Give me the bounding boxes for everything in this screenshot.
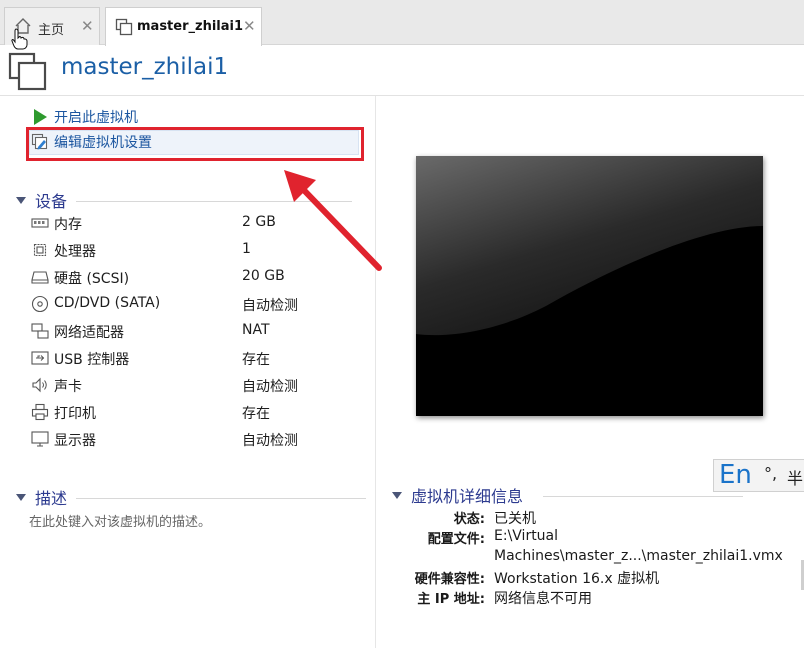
config-file-label: 配置文件: [427,532,485,547]
primary-ip-label: 主 IP 地址: [417,592,485,607]
ime-mode-text: En [719,460,752,490]
device-row-sound[interactable]: 声卡 自动检测 [31,374,351,396]
network-icon [31,323,49,339]
device-name: 内存 [54,217,82,233]
collapse-triangle-icon [392,491,402,499]
annotation-arrow [284,170,382,271]
play-icon [34,109,47,125]
device-value: 存在 [242,406,270,422]
device-name: CD/DVD (SATA) [54,295,161,311]
config-file-value-line1: E:\Virtual [494,528,559,544]
device-value: 存在 [242,352,270,368]
details-section-toggle[interactable]: 虚拟机详细信息 [392,483,524,506]
description-placeholder[interactable]: 在此处键入对该虚拟机的描述。 [29,511,211,530]
devices-heading: 设备 [35,192,68,211]
device-value: 1 [242,241,251,257]
cpu-icon [33,243,47,257]
collapse-triangle-icon [16,493,26,501]
tab-home-label: 主页 [38,23,65,38]
ime-width-text: 半 [787,469,804,488]
device-value: 自动检测 [242,379,298,395]
device-row-printer[interactable]: 打印机 存在 [31,401,351,423]
state-label: 状态: [453,512,485,527]
power-on-button[interactable]: 开启此虚拟机 [31,107,138,129]
printer-icon [31,403,49,421]
device-value: 2 GB [242,214,276,230]
primary-ip-value: 网络信息不可用 [494,591,592,607]
device-value: 自动检测 [242,298,298,314]
state-value: 已关机 [494,511,536,527]
power-on-label: 开启此虚拟机 [54,110,138,126]
device-name: 硬盘 (SCSI) [54,271,130,287]
config-file-value-line2: Machines\master_z...\master_zhilai1.vmx [494,548,783,564]
tab-strip: 主页 ✕ master_zhilai1 ✕ [0,0,804,50]
description-divider [76,498,366,499]
harddisk-icon [31,271,49,284]
usb-icon [31,351,49,365]
device-row-network[interactable]: 网络适配器 NAT [31,320,351,342]
details-divider [543,496,743,497]
device-name: 声卡 [54,379,82,395]
tab-home-close-icon[interactable]: ✕ [81,17,94,35]
vm-title: master_zhilai1 [61,54,229,80]
device-name: 处理器 [54,244,96,260]
ime-indicator[interactable]: En °, 半 [713,459,804,492]
device-value: NAT [242,322,270,338]
devices-section-toggle[interactable]: 设备 [16,188,68,211]
highlight-box [26,127,364,161]
device-row-display[interactable]: 显示器 自动检测 [31,428,351,450]
speaker-icon [32,377,47,393]
details-heading: 虚拟机详细信息 [411,487,524,506]
tab-vm[interactable]: master_zhilai1 ✕ [105,7,262,46]
device-value: 自动检测 [242,433,298,449]
device-name: 网络适配器 [54,325,124,341]
vm-large-icon [8,52,47,91]
tab-vm-label: master_zhilai1 [137,19,244,34]
tab-vm-close-icon[interactable]: ✕ [243,17,256,35]
device-row-cd-dvd[interactable]: CD/DVD (SATA) 自动检测 [31,293,351,315]
device-row-usb[interactable]: USB 控制器 存在 [31,347,351,369]
memory-icon [31,218,49,228]
device-name: 显示器 [54,433,96,449]
device-name: 打印机 [54,406,96,422]
collapse-triangle-icon [16,196,26,204]
vm-screen-preview[interactable] [416,156,763,416]
hardware-compat-label: 硬件兼容性: [414,572,485,587]
description-heading: 描述 [35,489,68,508]
ime-punctuation-icon: °, [764,464,778,483]
vm-header: master_zhilai1 [0,46,804,96]
monitor-icon [31,431,49,447]
vm-icon [115,18,133,36]
cd-icon [31,295,49,313]
hardware-compat-value: Workstation 16.x 虚拟机 [494,571,660,587]
description-section-toggle[interactable]: 描述 [16,485,68,508]
device-name: USB 控制器 [54,352,130,368]
